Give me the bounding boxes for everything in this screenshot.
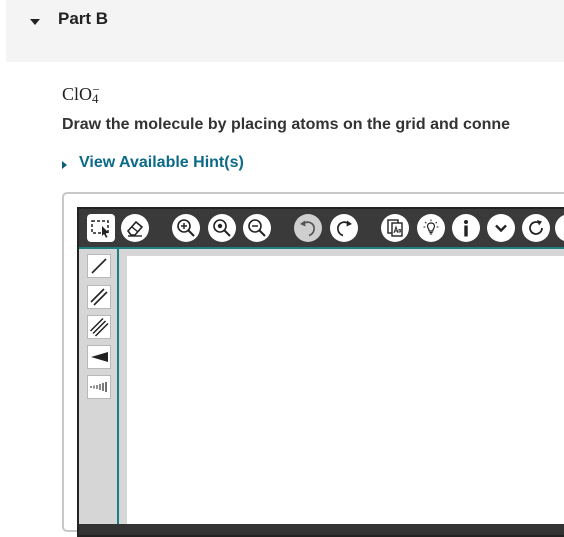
chevron-down-icon[interactable] bbox=[487, 214, 515, 242]
zoom-fit-icon[interactable] bbox=[208, 214, 236, 242]
view-hints-link[interactable]: View Available Hint(s) bbox=[62, 154, 244, 172]
view-hints-label: View Available Hint(s) bbox=[79, 154, 244, 171]
wedge-bond-icon[interactable] bbox=[87, 345, 111, 369]
hash-bond-icon[interactable] bbox=[87, 375, 111, 399]
collapse-caret-icon[interactable] bbox=[30, 19, 40, 25]
template-icon[interactable] bbox=[381, 214, 409, 242]
instruction-text: Draw the molecule by placing atoms on th… bbox=[62, 116, 511, 133]
editor-toolbar bbox=[79, 209, 564, 247]
triple-bond-icon[interactable] bbox=[87, 315, 111, 339]
formula-charge: − bbox=[92, 82, 100, 97]
help-icon[interactable] bbox=[555, 214, 564, 242]
part-title: Part B bbox=[58, 9, 109, 28]
drawing-canvas[interactable] bbox=[127, 256, 564, 524]
part-b-header[interactable]: Part B bbox=[6, 0, 564, 62]
formula-base: ClO bbox=[62, 84, 93, 104]
single-bond-icon[interactable] bbox=[87, 254, 111, 278]
zoom-in-icon[interactable] bbox=[172, 214, 200, 242]
lightbulb-icon[interactable] bbox=[417, 214, 445, 242]
chemical-formula: ClO4− bbox=[62, 82, 100, 107]
eraser-icon[interactable] bbox=[121, 214, 149, 242]
info-icon[interactable] bbox=[452, 214, 480, 242]
zoom-out-icon[interactable] bbox=[243, 214, 271, 242]
caret-right-icon bbox=[62, 160, 67, 169]
undo-icon[interactable] bbox=[294, 214, 322, 242]
marquee-select-icon[interactable] bbox=[87, 214, 115, 242]
double-bond-icon[interactable] bbox=[87, 285, 111, 309]
reset-icon[interactable] bbox=[522, 214, 550, 242]
redo-icon[interactable] bbox=[330, 214, 358, 242]
